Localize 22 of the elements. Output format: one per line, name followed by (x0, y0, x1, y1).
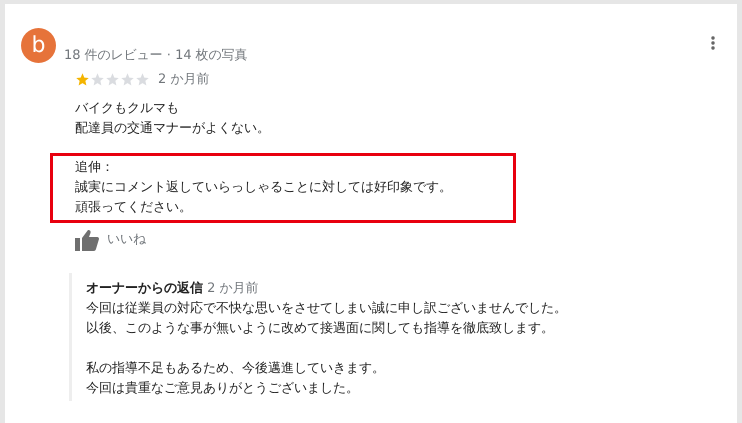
review-text: 誠実にコメント返していらっしゃることに対しては好印象です。 (75, 179, 453, 197)
like-button[interactable]: いいね (107, 230, 146, 250)
reply-text: 私の指導不足もあるため、今後邁進していきます。 (86, 360, 386, 378)
reply-title: オーナーからの返信 (86, 281, 203, 296)
avatar: b (21, 28, 56, 63)
reply-text: 今回は貴重なご意見ありがとうございました。 (86, 380, 360, 398)
review-time: 2 か月前 (158, 70, 210, 88)
star-icon (90, 72, 105, 87)
review-text: 配達員の交通マナーがよくない。 (75, 120, 271, 138)
star-icon (105, 72, 120, 87)
review-text: 追伸： (75, 159, 115, 177)
star-icon (120, 72, 135, 87)
reviewer-stats: 18 件のレビュー · 14 枚の写真 (64, 47, 248, 65)
thumbs-up-icon[interactable] (75, 229, 99, 251)
reply-time: 2 か月前 (207, 281, 259, 296)
review-text: バイクもクルマも (75, 100, 180, 118)
reply-text: 以後、このような事が無いように改めて接遇面に関しても指導を徹底致します。 (86, 320, 555, 338)
star-icon (135, 72, 150, 87)
review-text: 頑張ってください。 (75, 199, 193, 217)
reply-text: 今回は従業員の対応で不快な思いをさせてしまい誠に申し訳ございませんでした。 (86, 300, 568, 318)
star-icon (75, 72, 90, 87)
more-options-icon[interactable] (711, 36, 715, 50)
